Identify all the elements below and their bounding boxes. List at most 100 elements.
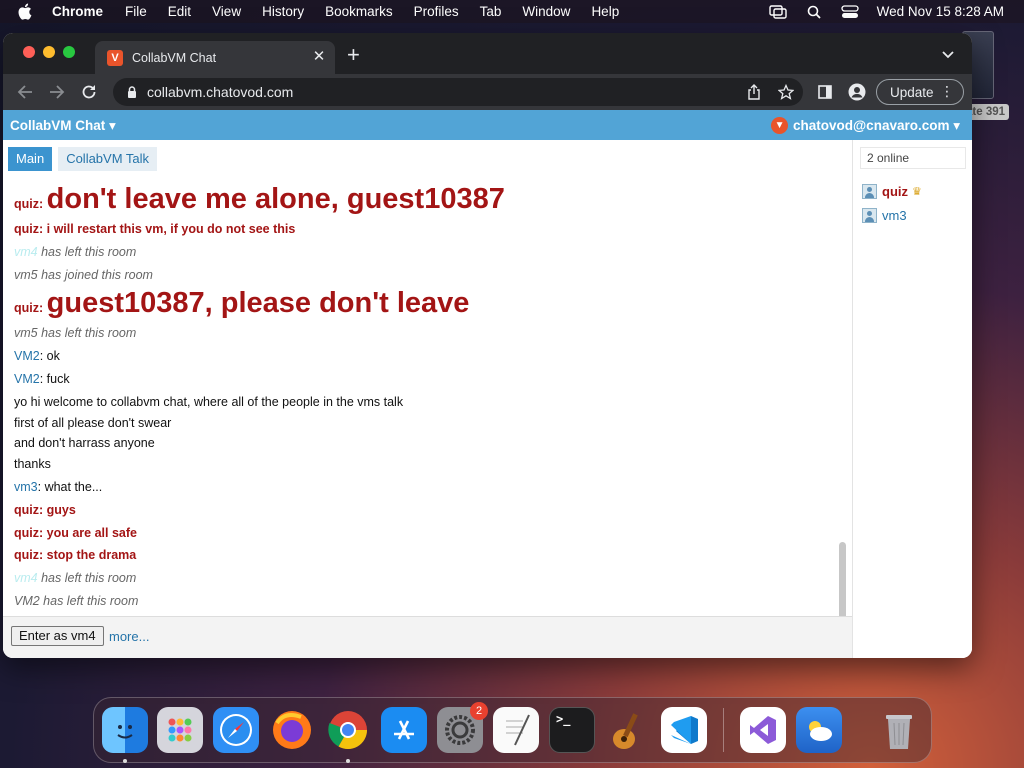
chat-message: VM2: ok: [14, 349, 60, 363]
chat-system-message: vm4 has left this room: [14, 245, 136, 259]
message-text: and don't harrass anyone: [14, 436, 155, 450]
browser-tab[interactable]: V CollabVM Chat ✕: [95, 41, 335, 74]
menu-bookmarks[interactable]: Bookmarks: [325, 4, 393, 19]
message-nick[interactable]: vm4: [14, 245, 38, 259]
user-list-item[interactable]: quiz ♛: [862, 182, 922, 200]
chrome-icon[interactable]: [325, 707, 371, 753]
message-nick[interactable]: quiz: [14, 526, 39, 540]
trash-icon[interactable]: [876, 707, 922, 753]
forward-arrow-icon[interactable]: [48, 83, 66, 101]
side-panel-icon[interactable]: [816, 83, 834, 101]
visual-studio-icon[interactable]: [740, 707, 786, 753]
user-icon: [862, 183, 877, 199]
notification-badge: 2: [470, 702, 488, 720]
message-nick[interactable]: quiz: [14, 503, 39, 517]
account-logo-icon: ▼: [771, 117, 789, 134]
dock-separator: [723, 708, 724, 752]
message-nick[interactable]: quiz: [14, 222, 39, 236]
window-zoom-button[interactable]: [63, 46, 75, 58]
message-nick[interactable]: VM2: [14, 349, 40, 363]
browser-toolbar: collabvm.chatovod.com Update ⋮: [3, 74, 972, 110]
more-menu-icon[interactable]: ⋮: [940, 83, 954, 99]
app-header: CollabVM Chat ▾ ▼ chatovod@cnavaro.com ▾: [3, 110, 972, 140]
control-center-icon[interactable]: [841, 4, 859, 20]
brand-menu[interactable]: CollabVM Chat ▾: [10, 118, 116, 134]
message-text: vm5 has left this room: [14, 326, 137, 340]
chat-footer: Enter as vm4 more...: [3, 616, 852, 658]
message-text: i will restart this vm, if you do not se…: [46, 222, 296, 236]
message-text: VM2 has left this room: [14, 594, 139, 608]
menu-tab[interactable]: Tab: [480, 4, 502, 19]
message-text: stop the drama: [46, 548, 137, 562]
enter-as-button[interactable]: Enter as vm4: [11, 626, 104, 646]
message-nick[interactable]: VM2: [14, 372, 40, 386]
finder-icon[interactable]: [102, 707, 148, 753]
message-nick[interactable]: vm4: [14, 571, 38, 585]
menu-file[interactable]: File: [125, 4, 147, 19]
safari-icon[interactable]: [213, 707, 259, 753]
lock-icon[interactable]: [125, 85, 139, 99]
menu-bar: Chrome File Edit View History Bookmarks …: [0, 0, 1024, 23]
account-menu[interactable]: ▼ chatovod@cnavaro.com ▾: [771, 117, 960, 134]
menu-view[interactable]: View: [212, 4, 241, 19]
dock: 2 >_: [93, 697, 932, 763]
chat-message: quiz: i will restart this vm, if you do …: [14, 222, 296, 236]
chat-message: vm3: what the...: [14, 480, 103, 494]
message-text: thanks: [14, 457, 51, 471]
user-name[interactable]: vm3: [882, 208, 907, 223]
more-link[interactable]: more...: [109, 629, 149, 644]
screen-mirroring-icon[interactable]: [768, 4, 787, 20]
weather-icon[interactable]: [796, 707, 842, 753]
message-text: guys: [46, 503, 76, 517]
firefox-icon[interactable]: [269, 707, 315, 753]
online-count: 2 online: [860, 147, 966, 169]
address-bar[interactable]: collabvm.chatovod.com: [113, 78, 803, 106]
room-tabs: Main CollabVM Talk: [8, 147, 163, 171]
reload-icon[interactable]: [80, 83, 98, 101]
window-minimize-button[interactable]: [43, 46, 55, 58]
menubar-clock[interactable]: Wed Nov 15 8:28 AM: [877, 4, 1004, 19]
chrome-update-button[interactable]: Update ⋮: [876, 79, 964, 105]
collabvm-favicon-icon: V: [107, 49, 123, 66]
new-tab-icon[interactable]: +: [347, 44, 360, 66]
url-text[interactable]: collabvm.chatovod.com: [147, 84, 293, 100]
tab-search-chevron-icon[interactable]: [940, 46, 956, 62]
tab-main[interactable]: Main: [8, 147, 53, 171]
user-list-item[interactable]: vm3: [862, 206, 907, 224]
spotlight-search-icon[interactable]: [805, 4, 823, 20]
menu-edit[interactable]: Edit: [168, 4, 191, 19]
garageband-icon[interactable]: [605, 707, 651, 753]
menu-app-name[interactable]: Chrome: [52, 4, 103, 19]
message-text: ok: [46, 349, 60, 363]
message-nick[interactable]: quiz: [14, 197, 39, 211]
menu-window[interactable]: Window: [522, 4, 570, 19]
share-icon[interactable]: [745, 83, 763, 101]
chat-message: quiz: stop the drama: [14, 548, 137, 562]
textedit-icon[interactable]: [493, 707, 539, 753]
message-nick[interactable]: quiz: [14, 301, 39, 315]
apple-icon[interactable]: [17, 0, 37, 23]
chat-plain-message: first of all please don't swear: [14, 416, 171, 430]
chat-system-message: vm5 has joined this room: [14, 268, 153, 282]
menu-help[interactable]: Help: [591, 4, 619, 19]
account-email: chatovod@cnavaro.com ▾: [793, 117, 960, 133]
app-store-icon[interactable]: [381, 707, 427, 753]
back-arrow-icon[interactable]: [16, 83, 34, 101]
user-name[interactable]: quiz: [882, 184, 908, 199]
profile-avatar-icon[interactable]: [848, 83, 866, 101]
terminal-icon[interactable]: >_: [549, 707, 595, 753]
message-nick[interactable]: vm3: [14, 480, 38, 494]
tab-collabvm-talk[interactable]: CollabVM Talk: [58, 147, 158, 171]
message-text: fuck: [46, 372, 70, 386]
message-nick[interactable]: quiz: [14, 548, 39, 562]
visual-studio-code-icon[interactable]: [661, 707, 707, 753]
menu-history[interactable]: History: [262, 4, 304, 19]
window-close-button[interactable]: [23, 46, 35, 58]
running-indicator: [346, 759, 350, 763]
chat-message: quiz: you are all safe: [14, 526, 137, 540]
tab-close-icon[interactable]: ✕: [311, 49, 327, 65]
chat-plain-message: yo hi welcome to collabvm chat, where al…: [14, 395, 403, 409]
bookmark-star-icon[interactable]: [777, 83, 795, 101]
launchpad-icon[interactable]: [157, 707, 203, 753]
menu-profiles[interactable]: Profiles: [414, 4, 459, 19]
